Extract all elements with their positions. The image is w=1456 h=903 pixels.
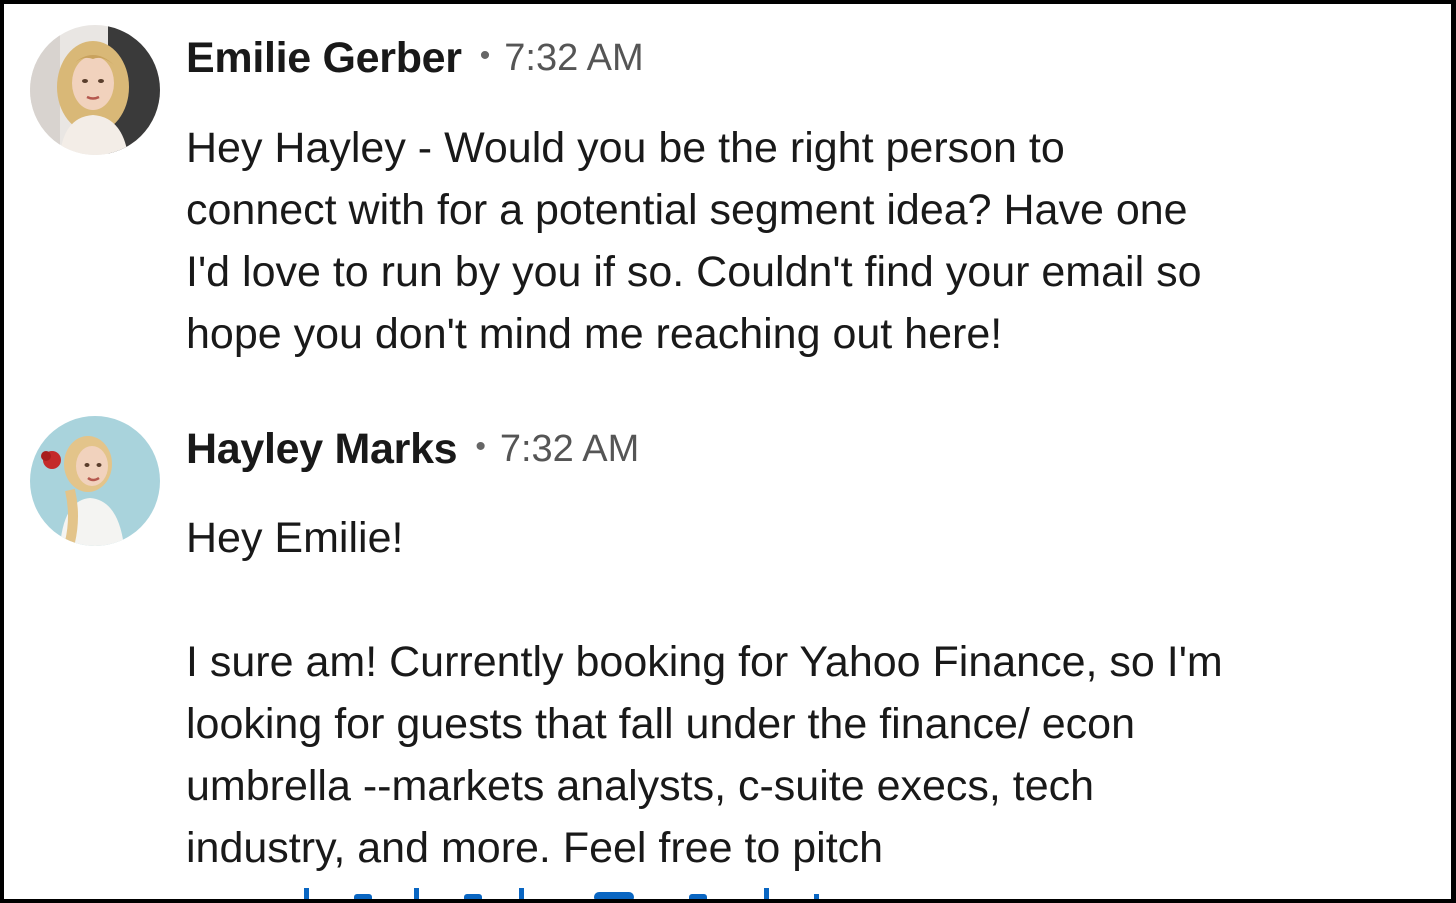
cutoff-link-glyphs	[304, 888, 819, 899]
message-text-line: industry, and more. Feel free to pitch	[186, 824, 884, 872]
email-link-partial[interactable]	[294, 888, 854, 899]
profile-photo-emilie	[30, 25, 160, 155]
message-text-line: I'd love to run by you if so. Couldn't f…	[186, 248, 1202, 296]
sender-name[interactable]: Emilie Gerber	[186, 34, 462, 83]
message-header: Hayley Marks • 7:32 AM	[186, 419, 639, 479]
message-header: Emilie Gerber • 7:32 AM	[186, 28, 644, 88]
avatar[interactable]	[30, 25, 160, 155]
avatar[interactable]	[30, 416, 160, 546]
message-text-line: I sure am! Currently booking for Yahoo F…	[186, 638, 1223, 686]
timestamp: 7:32 AM	[504, 36, 644, 79]
message-text-line: umbrella --markets analysts, c-suite exe…	[186, 762, 1095, 810]
separator-dot: •	[475, 430, 486, 463]
message-text-line: hope you don't mind me reaching out here…	[186, 310, 1003, 358]
message-body: Hey Emilie! I sure am! Currently booking…	[186, 507, 1386, 879]
separator-dot: •	[479, 39, 491, 72]
message-text-line: looking for guests that fall under the f…	[186, 700, 1136, 748]
message-text-line: Hey Emilie!	[186, 514, 404, 562]
timestamp: 7:32 AM	[499, 427, 640, 470]
message-body: Hey Hayley - Would you be the right pers…	[186, 117, 1386, 365]
sender-name[interactable]: Hayley Marks	[186, 425, 458, 474]
conversation-thread: Emilie Gerber • 7:32 AM Hey Hayley - Wou…	[4, 4, 1451, 899]
profile-photo-hayley	[30, 416, 160, 546]
message-text-line: Hey Hayley - Would you be the right pers…	[186, 124, 1065, 172]
message-text-line: connect with for a potential segment ide…	[186, 186, 1188, 234]
